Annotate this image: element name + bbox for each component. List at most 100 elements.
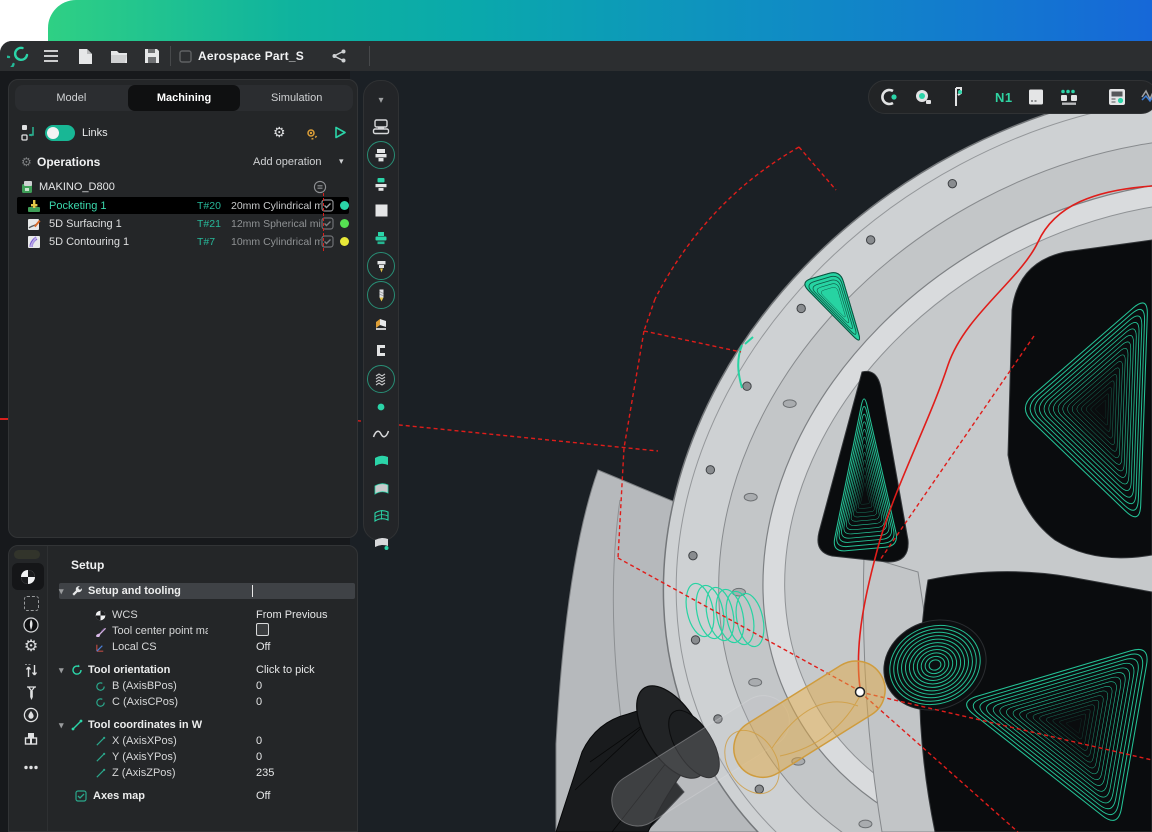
text-cursor bbox=[252, 585, 253, 597]
app-logo[interactable] bbox=[7, 46, 29, 67]
selection-icon[interactable] bbox=[20, 594, 42, 612]
row-value[interactable]: 0 bbox=[256, 696, 262, 708]
control-panel-icon[interactable] bbox=[1107, 86, 1127, 108]
row-label: Y (AxisYPos) bbox=[112, 751, 177, 763]
surface-grid-icon[interactable] bbox=[368, 503, 394, 529]
caret-icon[interactable]: ▾ bbox=[59, 720, 71, 731]
group-label: Setup and tooling bbox=[88, 585, 181, 597]
surface-teal-icon[interactable] bbox=[368, 448, 394, 474]
measure-toolbar: N1 bbox=[868, 80, 1152, 114]
row-value[interactable]: 0 bbox=[256, 680, 262, 692]
header-divider bbox=[170, 46, 171, 66]
gear-icon[interactable]: ⚙ bbox=[20, 638, 42, 656]
drill-circled-icon[interactable] bbox=[367, 281, 395, 310]
caret-icon[interactable]: ▾ bbox=[59, 665, 71, 676]
tab-model[interactable]: Model bbox=[15, 85, 128, 111]
holder-cap-icon[interactable] bbox=[368, 171, 394, 197]
new-file-button[interactable] bbox=[78, 47, 93, 65]
holder-icon[interactable] bbox=[20, 731, 42, 749]
open-file-button[interactable] bbox=[110, 47, 128, 65]
toolpath-position-indicator bbox=[323, 193, 324, 251]
operation-status-dot bbox=[340, 219, 349, 228]
machine-icon[interactable] bbox=[368, 114, 394, 140]
row-value[interactable]: 0 bbox=[256, 751, 262, 763]
run-simulation-button[interactable] bbox=[333, 125, 348, 140]
mesh-circled-icon[interactable] bbox=[367, 364, 395, 393]
tcp-checkbox[interactable] bbox=[256, 623, 269, 639]
app-header bbox=[0, 41, 1152, 71]
operation-tool-desc: 20mm Cylindrical m bbox=[231, 199, 321, 212]
holder-circled-icon[interactable] bbox=[367, 141, 395, 170]
machine-state-icon[interactable] bbox=[313, 180, 327, 194]
workpiece-orange-icon[interactable] bbox=[368, 311, 394, 337]
drill-icon[interactable] bbox=[20, 684, 42, 702]
gcode-n1[interactable]: N1 bbox=[995, 86, 1013, 108]
coolant-icon[interactable] bbox=[20, 706, 42, 724]
collision-check-icon[interactable] bbox=[879, 86, 899, 108]
stock-icon[interactable] bbox=[368, 198, 394, 224]
row-value[interactable]: From Previous bbox=[256, 609, 328, 621]
red-dash-stub bbox=[0, 418, 8, 420]
probe-icon[interactable] bbox=[913, 86, 933, 108]
group-tool-orientation[interactable]: ▾ Tool orientation Click to pick bbox=[59, 662, 355, 678]
axes-arrows-icon[interactable] bbox=[20, 662, 42, 680]
curve-icon[interactable] bbox=[368, 421, 394, 447]
viewport-3d[interactable] bbox=[350, 71, 1152, 832]
row-axis-y[interactable]: Y (AxisYPos) 0 bbox=[59, 749, 391, 765]
rail-item-wcs-active[interactable] bbox=[12, 563, 44, 590]
row-value[interactable]: Off bbox=[256, 641, 270, 653]
row-value[interactable]: 0 bbox=[256, 735, 262, 747]
clamp-icon[interactable] bbox=[368, 338, 394, 364]
tab-machining[interactable]: Machining bbox=[127, 85, 241, 111]
add-operation-caret-icon[interactable]: ▾ bbox=[339, 156, 344, 167]
group-tool-coordinates[interactable]: ▾ Tool coordinates in W bbox=[59, 717, 355, 733]
row-value[interactable]: Off bbox=[256, 790, 270, 802]
main-menu-button[interactable] bbox=[43, 47, 59, 65]
row-axes-map[interactable]: Axes map Off bbox=[59, 788, 371, 804]
rail-drag-handle[interactable] bbox=[14, 550, 40, 559]
operation-row-pocketing[interactable]: Pocketing 1 T#20 20mm Cylindrical m bbox=[17, 197, 349, 214]
machine-name[interactable]: MAKINO_D800 bbox=[39, 181, 115, 193]
row-value[interactable]: 235 bbox=[256, 767, 274, 779]
row-axis-b[interactable]: B (AxisBPos) 0 bbox=[59, 678, 391, 694]
post-panel-icon[interactable] bbox=[1027, 86, 1045, 108]
collapse-chevron-icon[interactable]: ▾ bbox=[368, 87, 394, 113]
fixture-icon[interactable] bbox=[368, 225, 394, 251]
more-icon[interactable] bbox=[20, 758, 42, 776]
row-tool-center-point[interactable]: Tool center point man bbox=[59, 623, 391, 639]
pocketing-icon bbox=[27, 199, 41, 213]
tool-circled-icon[interactable] bbox=[367, 252, 395, 281]
row-axis-z[interactable]: Z (AxisZPos) 235 bbox=[59, 765, 391, 781]
setup-title: Setup bbox=[71, 558, 105, 572]
solid-icon[interactable] bbox=[368, 530, 394, 556]
links-graph-icon[interactable] bbox=[21, 124, 39, 142]
setup-panel: ⚙ Setup ▾ Setup and tooling WCS From Pre… bbox=[8, 545, 358, 832]
group-value[interactable]: Click to pick bbox=[256, 664, 315, 676]
collision-watch-icon[interactable] bbox=[303, 125, 319, 141]
compass-icon[interactable] bbox=[20, 616, 42, 634]
links-toggle[interactable] bbox=[45, 125, 75, 141]
caliper-icon[interactable] bbox=[947, 86, 967, 108]
row-axis-c[interactable]: C (AxisCPos) 0 bbox=[59, 694, 391, 710]
add-operation-button[interactable]: Add operation bbox=[253, 156, 322, 168]
operation-row-surfacing[interactable]: 5D Surfacing 1 T#21 12mm Spherical mil bbox=[17, 215, 349, 232]
surface-gray-icon[interactable] bbox=[368, 476, 394, 502]
group-setup-and-tooling[interactable]: ▾ Setup and tooling bbox=[59, 583, 355, 599]
caret-icon[interactable]: ▾ bbox=[59, 586, 71, 597]
row-wcs[interactable]: WCS From Previous bbox=[59, 607, 391, 623]
tab-simulation[interactable]: Simulation bbox=[240, 85, 353, 111]
row-label: C (AxisCPos) bbox=[112, 696, 179, 708]
row-axis-x[interactable]: X (AxisXPos) 0 bbox=[59, 733, 391, 749]
row-local-cs[interactable]: Local CS Off bbox=[59, 639, 391, 655]
operations-gear-icon: ⚙ bbox=[21, 155, 32, 169]
operation-name: 5D Surfacing 1 bbox=[49, 217, 122, 230]
row-label: Local CS bbox=[112, 641, 157, 653]
links-settings-gear-icon[interactable]: ⚙ bbox=[273, 125, 286, 139]
toolpath-compare-icon[interactable] bbox=[1141, 86, 1152, 108]
pallet-icon[interactable] bbox=[1059, 86, 1079, 108]
operation-row-contouring[interactable]: 5D Contouring 1 T#7 10mm Cylindrical mil… bbox=[17, 233, 349, 250]
brush-icon bbox=[95, 626, 106, 637]
point-icon[interactable] bbox=[368, 394, 394, 420]
save-button[interactable] bbox=[144, 47, 160, 65]
share-button[interactable] bbox=[331, 47, 347, 65]
